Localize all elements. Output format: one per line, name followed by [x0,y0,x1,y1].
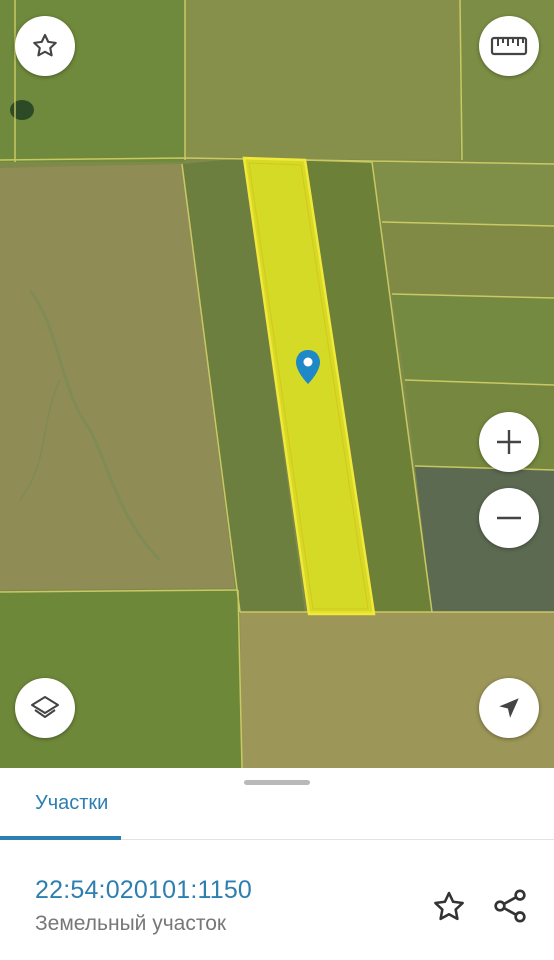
tab-active-indicator [0,836,121,840]
favorite-map-button[interactable] [15,16,75,76]
parcel-cadastral-number[interactable]: 22:54:020101:1150 [35,876,252,905]
plus-icon [497,430,521,454]
ruler-button[interactable] [479,16,539,76]
satellite-imagery [0,0,554,768]
bottom-sheet: Участки 22:54:020101:1150 Земельный учас… [0,768,554,960]
star-outline-icon [33,33,57,57]
parcel-type: Земельный участок [35,912,227,935]
tab-parcels[interactable]: Участки [35,792,108,815]
star-outline-icon [434,891,464,921]
ruler-icon [490,36,528,56]
sheet-drag-handle[interactable] [244,780,310,785]
share-icon [494,889,526,923]
field-dark-right [415,466,554,612]
layers-icon [31,696,59,718]
minus-icon [497,516,521,520]
navigation-arrow-icon [499,698,519,718]
favorite-parcel-button[interactable] [430,888,468,926]
share-button[interactable] [490,886,530,926]
satellite-map[interactable] [0,0,554,768]
layers-button[interactable] [15,678,75,738]
zoom-in-button[interactable] [479,412,539,472]
zoom-out-button[interactable] [479,488,539,548]
field-top-middle [185,0,460,160]
my-location-button[interactable] [479,678,539,738]
